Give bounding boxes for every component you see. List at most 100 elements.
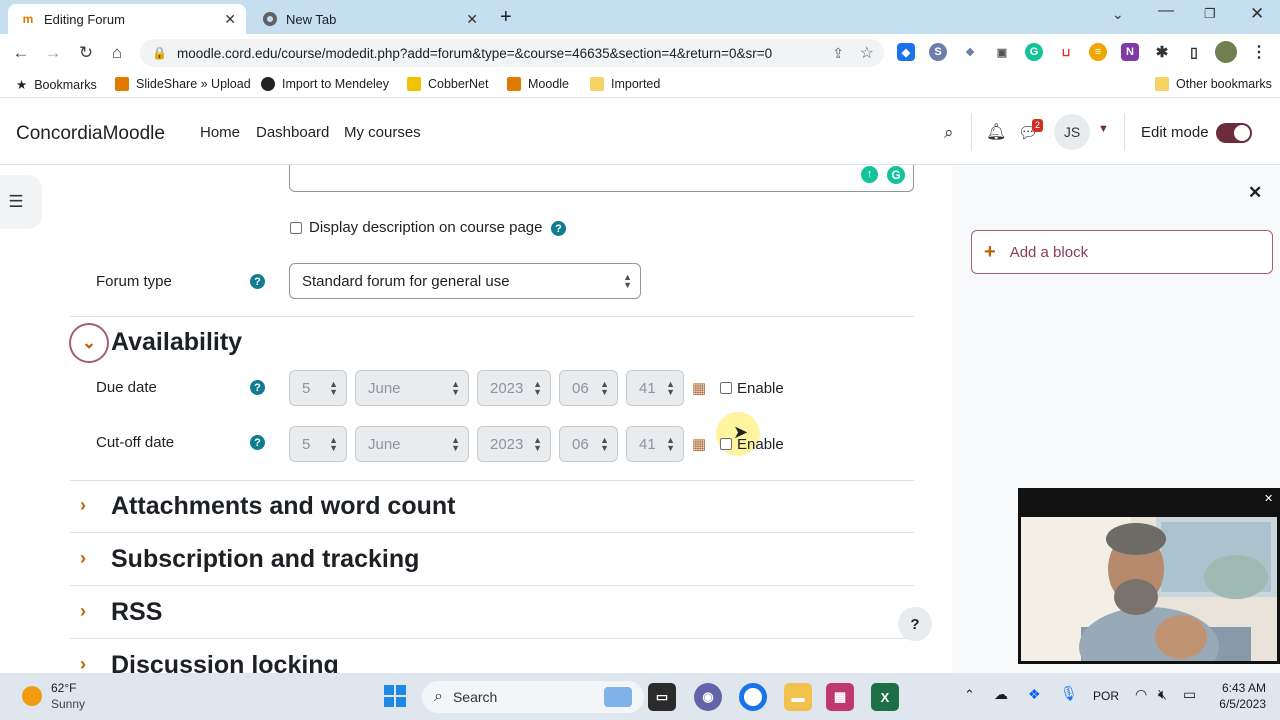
close-tab-icon[interactable]: ✕ — [466, 11, 478, 28]
skype-extension-icon[interactable]: S — [929, 43, 947, 61]
close-drawer-icon[interactable]: ✕ — [1248, 183, 1262, 203]
grammarly-extension-icon[interactable]: G — [1025, 43, 1043, 61]
help-icon[interactable]: ? — [250, 380, 265, 395]
forward-button[interactable]: → — [42, 42, 64, 64]
bookmark-star-icon[interactable]: ☆ — [860, 43, 874, 63]
nav-dashboard[interactable]: Dashboard — [256, 124, 329, 141]
expand-chevron-icon[interactable]: › — [80, 548, 86, 569]
minimize-button[interactable]: — — [1158, 2, 1174, 20]
side-panel-icon[interactable]: ▯ — [1185, 43, 1203, 61]
cutoff-date-minute-select[interactable]: 41 ▲ ▼ — [626, 426, 684, 462]
help-icon[interactable]: ? — [551, 221, 566, 236]
cutoff-date-year-select[interactable]: 2023 ▲ ▼ — [477, 426, 551, 462]
dropbox-extension-icon[interactable]: ❖ — [961, 43, 979, 61]
help-icon[interactable]: ? — [250, 435, 265, 450]
bookmark-folder-imported[interactable]: Imported — [590, 77, 660, 91]
bookmark-bookmarks[interactable]: ★ Bookmarks — [16, 77, 97, 93]
cutoff-date-day-select[interactable]: 5 ▲ ▼ — [289, 426, 347, 462]
wifi-icon[interactable]: ◠ — [1135, 686, 1147, 703]
add-block-button[interactable]: + Add a block — [971, 230, 1273, 274]
site-brand[interactable]: ConcordiaMoodle — [16, 123, 165, 145]
course-index-toggle-icon[interactable]: ☰ — [0, 175, 42, 229]
grammarly-suggestion-icon[interactable]: ↑ — [861, 166, 878, 183]
weather-condition[interactable]: Sunny — [51, 697, 85, 711]
section-rss[interactable]: RSS — [111, 598, 162, 627]
due-date-day-select[interactable]: 5 ▲ ▼ — [289, 370, 347, 406]
due-date-month-select[interactable]: June ▲ ▼ — [355, 370, 469, 406]
cutoff-date-hour-select[interactable]: 06 ▲ ▼ — [559, 426, 618, 462]
notifications-bell-icon[interactable]: 🔔︎ — [986, 122, 1006, 142]
calendar-icon[interactable]: ▦ — [692, 379, 706, 397]
address-bar[interactable]: 🔒 moodle.cord.edu/course/modedit.php?add… — [140, 39, 884, 67]
cutoff-date-month-select[interactable]: June ▲ ▼ — [355, 426, 469, 462]
teams-chat-icon[interactable]: ◉ — [694, 683, 722, 711]
user-avatar[interactable]: JS — [1054, 114, 1090, 150]
section-discussion-locking[interactable]: Discussion locking — [111, 651, 339, 673]
share-icon[interactable]: ⇪ — [832, 45, 844, 62]
tab-editing-forum[interactable]: m Editing Forum ✕ — [8, 4, 246, 34]
bookmark-mendeley[interactable]: Import to Mendeley — [261, 77, 389, 91]
tab-new-tab[interactable]: New Tab ✕ — [250, 4, 488, 34]
nav-my-courses[interactable]: My courses — [344, 124, 421, 141]
bookmark-folder-other[interactable]: Other bookmarks — [1155, 77, 1272, 91]
user-menu-chevron-icon[interactable]: ▼ — [1098, 123, 1109, 135]
weather-temperature[interactable]: 62°F — [51, 681, 76, 695]
input-language[interactable]: POR — [1093, 689, 1119, 703]
expand-chevron-icon[interactable]: › — [80, 654, 86, 673]
battery-icon[interactable]: ▭ — [1183, 686, 1196, 703]
grammarly-icon[interactable]: G — [885, 165, 907, 186]
availability-heading[interactable]: Availability — [111, 328, 242, 357]
expand-chevron-icon[interactable]: › — [80, 495, 86, 516]
volume-muted-icon[interactable]: 🔇︎ — [1158, 686, 1167, 703]
onedrive-icon[interactable]: ☁ — [994, 686, 1008, 703]
file-explorer-icon[interactable]: ▬ — [784, 683, 812, 711]
help-icon[interactable]: ? — [250, 274, 265, 289]
microphone-icon[interactable]: 🎙︎ — [1060, 685, 1078, 702]
calendar-icon[interactable]: ▦ — [692, 435, 706, 453]
onenote-extension-icon[interactable]: N — [1121, 43, 1139, 61]
show-hidden-icons-icon[interactable]: ⌃ — [964, 687, 975, 703]
cutoff-date-enable-checkbox[interactable] — [720, 438, 732, 450]
close-window-button[interactable]: ✕ — [1250, 4, 1264, 24]
taskbar-search-box[interactable]: ⌕ Search — [422, 681, 644, 713]
due-date-enable-checkbox[interactable] — [720, 382, 732, 394]
bookmark-cobbernet[interactable]: CobberNet — [407, 77, 488, 91]
forum-type-select[interactable]: Standard forum for general use ▲ ▼ — [289, 263, 641, 299]
expand-chevron-icon[interactable]: › — [80, 601, 86, 622]
extension-icon[interactable]: ≡ — [1089, 43, 1107, 61]
chrome-menu-icon[interactable]: ⋮ — [1250, 43, 1268, 61]
new-tab-button[interactable]: + — [500, 6, 512, 29]
extension-icon[interactable]: ◆ — [897, 43, 915, 61]
close-webcam-icon[interactable]: ✕ — [1264, 492, 1273, 505]
due-date-hour-select[interactable]: 06 ▲ ▼ — [559, 370, 618, 406]
display-description-checkbox[interactable] — [290, 222, 302, 234]
section-subscription[interactable]: Subscription and tracking — [111, 545, 419, 574]
clock-time[interactable]: 6:43 AM — [1220, 681, 1266, 695]
profile-avatar[interactable] — [1215, 41, 1237, 63]
due-date-year-select[interactable]: 2023 ▲ ▼ — [477, 370, 551, 406]
dropbox-icon[interactable]: ❖ — [1028, 686, 1041, 703]
clock-date[interactable]: 6/5/2023 — [1212, 697, 1266, 711]
extension-icon[interactable]: ⊔ — [1057, 43, 1075, 61]
chrome-taskbar-icon[interactable] — [739, 683, 767, 711]
tab-search-icon[interactable]: ⌄ — [1112, 6, 1124, 23]
excel-icon[interactable]: X — [871, 683, 899, 711]
task-view-icon[interactable]: ▭ — [648, 683, 676, 711]
extension-icon[interactable]: ▣ — [993, 43, 1011, 61]
back-button[interactable]: ← — [10, 42, 32, 64]
close-tab-icon[interactable]: ✕ — [224, 11, 236, 28]
reload-button[interactable]: ↻ — [75, 42, 97, 64]
description-editor[interactable] — [289, 165, 914, 192]
edit-mode-toggle[interactable] — [1216, 123, 1252, 143]
section-attachments[interactable]: Attachments and word count — [111, 492, 455, 521]
home-button[interactable]: ⌂ — [106, 42, 128, 64]
restore-button[interactable]: ❐ — [1204, 6, 1216, 22]
search-icon[interactable]: ⌕ — [944, 123, 954, 143]
windows-start-icon[interactable] — [384, 685, 406, 707]
collapse-availability-icon[interactable]: ⌄ — [69, 323, 109, 363]
bookmark-slideshare[interactable]: SlideShare » Upload — [115, 77, 251, 91]
nav-home[interactable]: Home — [200, 124, 240, 141]
bookmark-moodle[interactable]: Moodle — [507, 77, 569, 91]
extensions-puzzle-icon[interactable]: ✱ — [1153, 43, 1171, 61]
help-button[interactable]: ? — [898, 607, 932, 641]
